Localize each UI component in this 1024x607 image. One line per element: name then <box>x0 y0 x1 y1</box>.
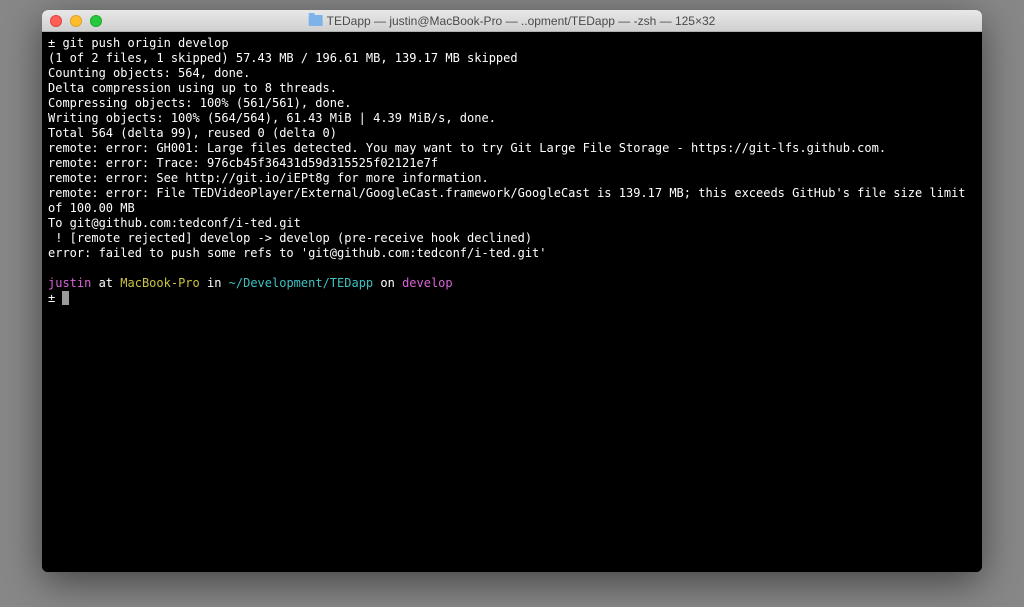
prompt-sep: on <box>373 276 402 290</box>
output-line: Compressing objects: 100% (561/561), don… <box>48 96 351 110</box>
output-line: Total 564 (delta 99), reused 0 (delta 0) <box>48 126 337 140</box>
output-line: error: failed to push some refs to 'git@… <box>48 246 547 260</box>
cursor <box>62 291 69 305</box>
folder-icon <box>309 15 323 26</box>
output-line: remote: error: Trace: 976cb45f36431d59d3… <box>48 156 438 170</box>
prompt-host: MacBook-Pro <box>120 276 199 290</box>
prompt-sep: at <box>91 276 120 290</box>
maximize-button[interactable] <box>90 15 102 27</box>
prompt-path: ~/Development/TEDapp <box>229 276 374 290</box>
output-line: remote: error: See http://git.io/iEPt8g … <box>48 171 489 185</box>
output-line: ! [remote rejected] develop -> develop (… <box>48 231 532 245</box>
output-line: Writing objects: 100% (564/564), 61.43 M… <box>48 111 496 125</box>
title-label: TEDapp — justin@MacBook-Pro — ..opment/T… <box>327 14 716 28</box>
close-button[interactable] <box>50 15 62 27</box>
terminal-body[interactable]: ± git push origin develop (1 of 2 files,… <box>42 32 982 572</box>
traffic-lights <box>50 15 102 27</box>
output-line: Counting objects: 564, done. <box>48 66 250 80</box>
window-title: TEDapp — justin@MacBook-Pro — ..opment/T… <box>309 14 716 28</box>
titlebar: TEDapp — justin@MacBook-Pro — ..opment/T… <box>42 10 982 32</box>
minimize-button[interactable] <box>70 15 82 27</box>
output-line: remote: error: GH001: Large files detect… <box>48 141 886 155</box>
prompt-user: justin <box>48 276 91 290</box>
prompt-branch: develop <box>402 276 453 290</box>
output-line: ± git push origin develop <box>48 36 229 50</box>
terminal-window: TEDapp — justin@MacBook-Pro — ..opment/T… <box>42 10 982 572</box>
output-line: (1 of 2 files, 1 skipped) 57.43 MB / 196… <box>48 51 518 65</box>
prompt-sep: in <box>200 276 229 290</box>
output-line: remote: error: File TEDVideoPlayer/Exter… <box>48 186 973 215</box>
output-line: Delta compression using up to 8 threads. <box>48 81 337 95</box>
output-line: To git@github.com:tedconf/i-ted.git <box>48 216 301 230</box>
prompt-symbol: ± <box>48 291 62 305</box>
